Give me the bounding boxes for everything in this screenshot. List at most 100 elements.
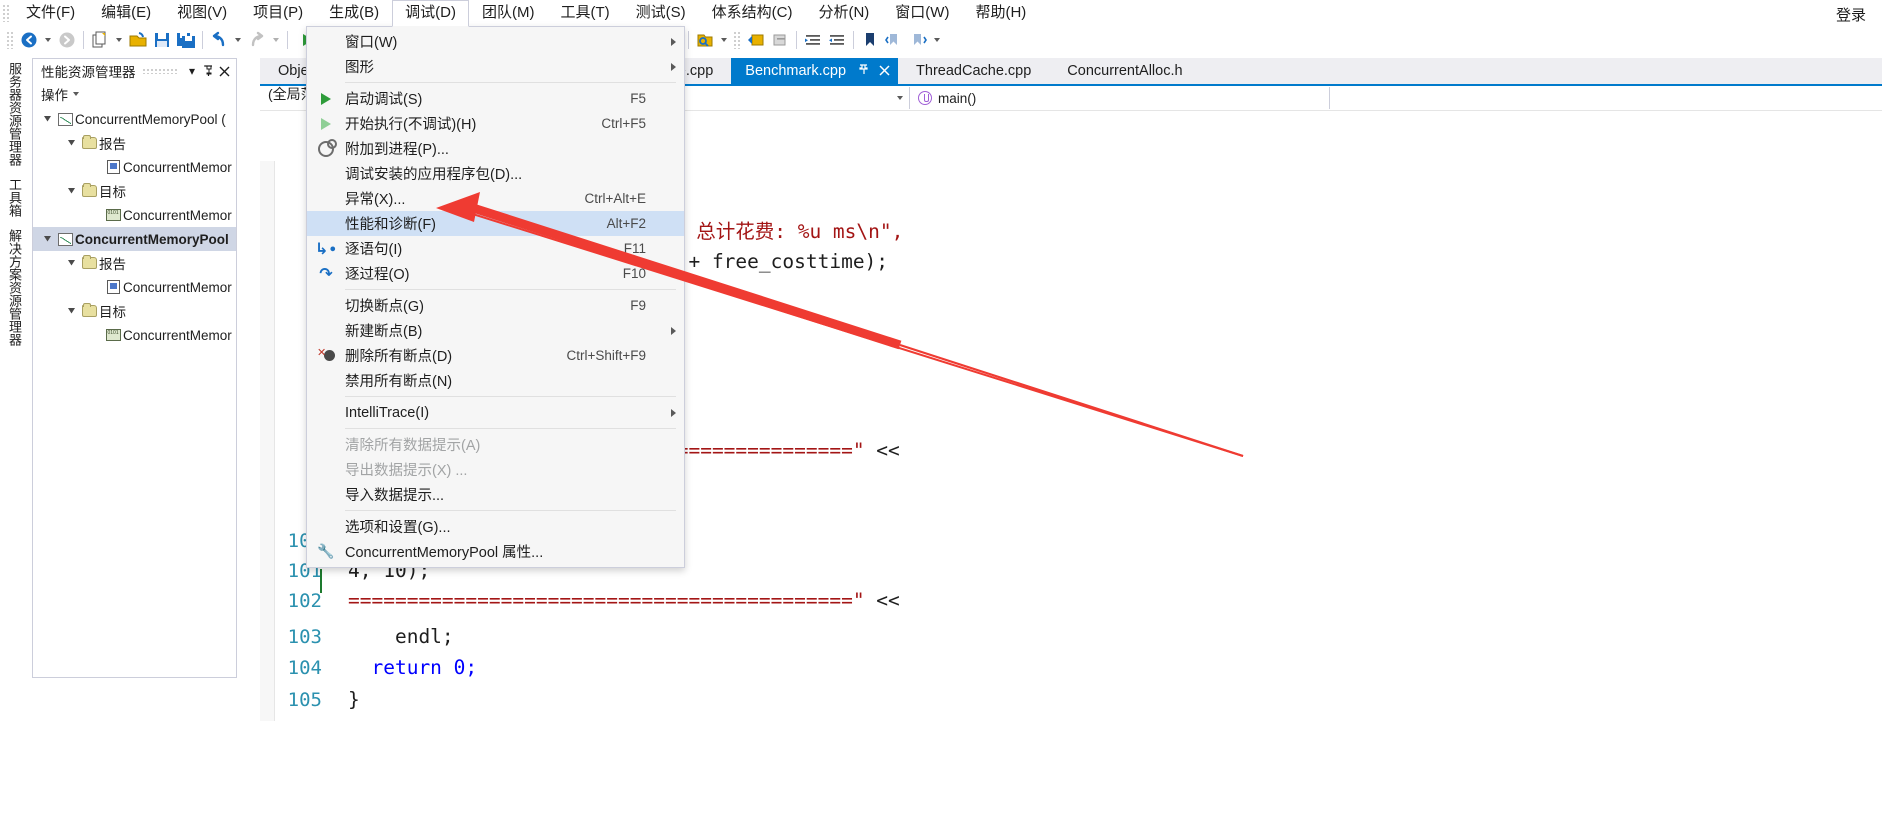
close-icon[interactable] bbox=[216, 63, 232, 79]
undo-icon[interactable] bbox=[207, 28, 231, 52]
bookmark-icon[interactable] bbox=[858, 28, 882, 52]
menubar-item-0[interactable]: 文件(F) bbox=[13, 0, 88, 26]
editor-tab-label: ThreadCache.cpp bbox=[916, 63, 1032, 79]
comment-icon[interactable] bbox=[744, 28, 768, 52]
menubar-item-9[interactable]: 体系结构(C) bbox=[699, 0, 806, 26]
panel-action-button[interactable]: 操作 bbox=[41, 84, 68, 104]
menu-item-3[interactable]: 开始执行(不调试)(H) Ctrl+F5 bbox=[307, 111, 684, 136]
bookmark-next-icon[interactable] bbox=[906, 28, 930, 52]
menu-item-7[interactable]: 性能和诊断(F) Alt+F2 bbox=[307, 211, 684, 236]
tree-node[interactable]: ConcurrentMemor bbox=[33, 275, 236, 299]
menu-item-10[interactable]: 切换断点(G) F9 bbox=[307, 293, 684, 318]
dock-tab-0[interactable]: 服务器资源管理器 bbox=[0, 56, 29, 172]
panel-grip[interactable] bbox=[141, 68, 178, 74]
menu-item-17[interactable]: 导入数据提示... bbox=[307, 482, 684, 507]
chevron-expanded-icon[interactable] bbox=[63, 138, 79, 149]
step-into-icon: ↳• bbox=[315, 239, 337, 258]
find-in-files-icon[interactable] bbox=[693, 28, 717, 52]
menubar-item-11[interactable]: 窗口(W) bbox=[882, 0, 962, 26]
save-icon[interactable] bbox=[150, 28, 174, 52]
menubar-item-1[interactable]: 编辑(E) bbox=[88, 0, 164, 26]
editor-tab-6[interactable]: ConcurrentAlloc.h bbox=[1049, 58, 1201, 84]
menu-item-19[interactable]: 🔧 ConcurrentMemoryPool 属性... bbox=[307, 539, 684, 564]
chevron-down-icon[interactable] bbox=[73, 92, 79, 96]
menubar-item-12[interactable]: 帮助(H) bbox=[962, 0, 1039, 26]
close-icon[interactable] bbox=[879, 63, 890, 80]
menu-item-6[interactable]: 异常(X)... Ctrl+Alt+E bbox=[307, 186, 684, 211]
navigate-back-icon[interactable] bbox=[17, 28, 41, 52]
menubar-item-8[interactable]: 测试(S) bbox=[623, 0, 699, 26]
menubar-item-3[interactable]: 项目(P) bbox=[240, 0, 316, 26]
tree-node[interactable]: 0101 ConcurrentMemor bbox=[33, 323, 236, 347]
menubar-item-6[interactable]: 团队(M) bbox=[469, 0, 548, 26]
find-dropdown[interactable] bbox=[717, 28, 731, 52]
chevron-expanded-icon[interactable] bbox=[39, 234, 55, 245]
chevron-expanded-icon[interactable] bbox=[63, 186, 79, 197]
navigate-forward-icon[interactable] bbox=[55, 28, 79, 52]
dock-tab-1[interactable]: 工具箱 bbox=[0, 172, 29, 223]
sign-in-link[interactable]: 登录 bbox=[1836, 4, 1866, 25]
bookmark-prev-icon[interactable] bbox=[882, 28, 906, 52]
menu-item-9[interactable]: ↷ 逐过程(O) F10 bbox=[307, 261, 684, 286]
menu-item-2[interactable]: 启动调试(S) F5 bbox=[307, 86, 684, 111]
chevron-expanded-icon[interactable] bbox=[39, 114, 55, 125]
menu-item-8[interactable]: ↳• 逐语句(I) F11 bbox=[307, 236, 684, 261]
outdent-icon[interactable] bbox=[825, 28, 849, 52]
menu-item-18[interactable]: 选项和设置(G)... bbox=[307, 514, 684, 539]
code-token: << bbox=[864, 589, 900, 612]
editor-tab-5[interactable]: ThreadCache.cpp bbox=[898, 58, 1050, 84]
pin-icon[interactable] bbox=[858, 63, 869, 79]
line-number: 105 bbox=[287, 689, 322, 711]
tree-node[interactable]: ConcurrentMemoryPool bbox=[33, 227, 236, 251]
new-project-dropdown[interactable] bbox=[112, 28, 126, 52]
menu-item-13[interactable]: 禁用所有断点(N) bbox=[307, 368, 684, 393]
chevron-expanded-icon[interactable] bbox=[63, 258, 79, 269]
menu-item-5[interactable]: 调试安装的应用程序包(D)... bbox=[307, 161, 684, 186]
pin-icon[interactable] bbox=[200, 63, 216, 79]
redo-icon[interactable] bbox=[245, 28, 269, 52]
menubar-item-4[interactable]: 生成(B) bbox=[316, 0, 392, 26]
indent-icon[interactable] bbox=[801, 28, 825, 52]
dock-tab-2[interactable]: 解决方案资源管理器 bbox=[0, 223, 29, 352]
menu-item-11[interactable]: 新建断点(B) bbox=[307, 318, 684, 343]
tree-node-label: 目标 bbox=[99, 305, 126, 320]
open-file-icon[interactable] bbox=[126, 28, 150, 52]
menu-item-label: IntelliTrace(I) bbox=[345, 404, 430, 421]
menu-item-0[interactable]: 窗口(W) bbox=[307, 29, 684, 54]
menu-item-label: 窗口(W) bbox=[345, 35, 398, 51]
menu-item-label: 删除所有断点(D) bbox=[345, 349, 453, 365]
save-all-icon[interactable] bbox=[174, 28, 198, 52]
code-token: endl; bbox=[348, 625, 454, 648]
new-project-icon[interactable] bbox=[88, 28, 112, 52]
tree-node[interactable]: 报告 bbox=[33, 131, 236, 155]
menubar-item-2[interactable]: 视图(V) bbox=[164, 0, 240, 26]
tree-node[interactable]: ConcurrentMemoryPool ( bbox=[33, 107, 236, 131]
tree-node[interactable]: 报告 bbox=[33, 251, 236, 275]
menu-item-4[interactable]: 附加到进程(P)... bbox=[307, 136, 684, 161]
menubar-item-5[interactable]: 调试(D) bbox=[392, 0, 469, 27]
menu-item-label: 选项和设置(G)... bbox=[345, 520, 451, 536]
tree-node[interactable]: 目标 bbox=[33, 299, 236, 323]
symbol-combobox[interactable]: main() bbox=[910, 87, 1330, 109]
tree-node[interactable]: 目标 bbox=[33, 179, 236, 203]
redo-dropdown[interactable] bbox=[269, 28, 283, 52]
toolbar-overflow-icon[interactable] bbox=[930, 28, 944, 52]
chevron-down-icon[interactable]: ▾ bbox=[184, 63, 200, 79]
toolbar-grip[interactable] bbox=[6, 31, 14, 49]
menubar-item-7[interactable]: 工具(T) bbox=[547, 0, 622, 26]
menubar-grip[interactable] bbox=[2, 4, 10, 22]
menu-item-14[interactable]: IntelliTrace(I) bbox=[307, 400, 684, 425]
toolbar-grip-2[interactable] bbox=[733, 31, 741, 49]
editor-tab-4[interactable]: Benchmark.cpp bbox=[731, 58, 899, 84]
menu-item-12[interactable]: 删除所有断点(D) Ctrl+Shift+F9 bbox=[307, 343, 684, 368]
undo-dropdown[interactable] bbox=[231, 28, 245, 52]
navigate-back-dropdown[interactable] bbox=[41, 28, 55, 52]
tree-node[interactable]: ConcurrentMemor bbox=[33, 155, 236, 179]
standard-toolbar: Win32 bbox=[0, 26, 1882, 54]
menu-item-1[interactable]: 图形 bbox=[307, 54, 684, 79]
menu-item-label: ConcurrentMemoryPool 属性... bbox=[345, 545, 544, 561]
menubar-item-10[interactable]: 分析(N) bbox=[805, 0, 882, 26]
uncomment-icon[interactable] bbox=[768, 28, 792, 52]
chevron-expanded-icon[interactable] bbox=[63, 306, 79, 317]
tree-node[interactable]: 0101 ConcurrentMemor bbox=[33, 203, 236, 227]
